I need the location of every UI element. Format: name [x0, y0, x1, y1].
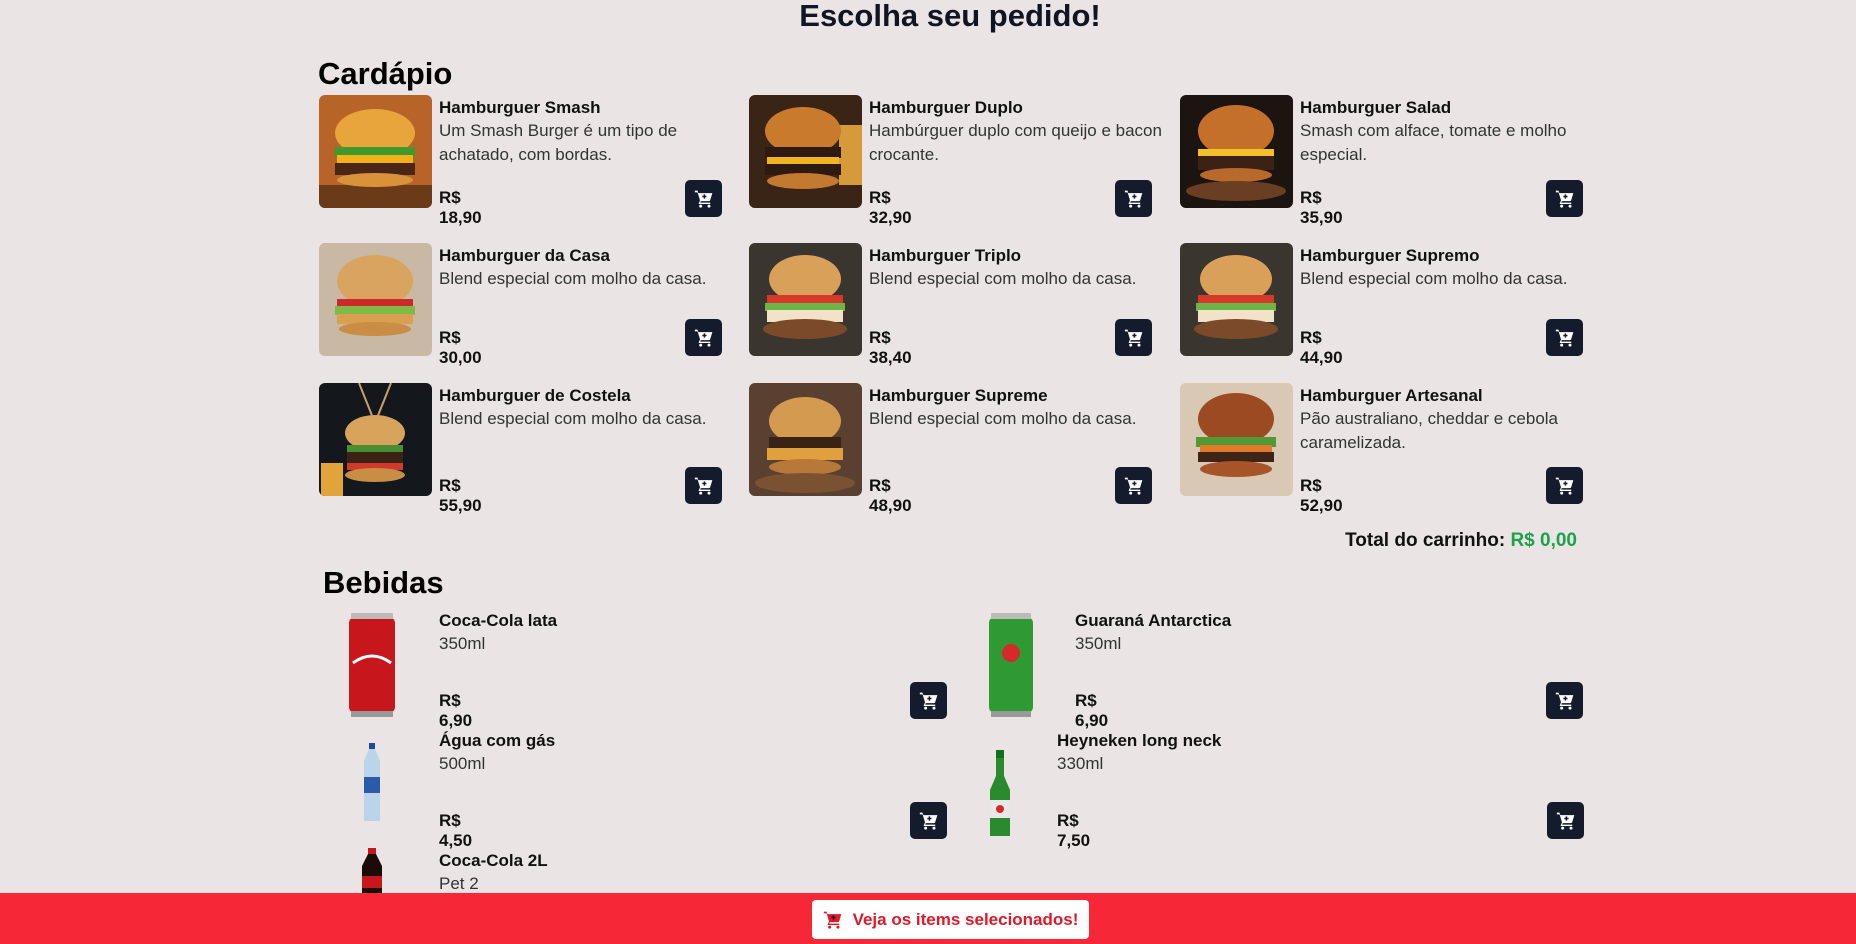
cart-icon: [1124, 189, 1144, 209]
drink-image: [357, 848, 387, 896]
add-to-cart-button[interactable]: [685, 319, 722, 356]
burger-image: [319, 95, 432, 208]
item-description: Smash com alface, tomate e molho especia…: [1300, 121, 1567, 164]
burger-image: [749, 95, 862, 208]
item-name: Hamburguer Artesanal: [1300, 386, 1483, 405]
cart-icon: [1555, 328, 1575, 348]
burger-image: [319, 243, 432, 356]
item-description: Blend especial com molho da casa.: [869, 409, 1137, 428]
burger-image: [749, 383, 862, 496]
item-name: Hamburguer da Casa: [439, 246, 610, 265]
cart-icon: [823, 910, 843, 930]
burger-image: [1180, 95, 1293, 208]
cart-icon: [1555, 189, 1575, 209]
item-description: Blend especial com molho da casa.: [869, 269, 1137, 288]
item-price: R$ 6,90: [1075, 691, 1109, 730]
cart-icon: [919, 691, 939, 711]
item-description: 330ml: [1057, 754, 1104, 773]
drink-image: [987, 750, 1013, 838]
item-name: Hamburguer Supreme: [869, 386, 1048, 405]
add-to-cart-button[interactable]: [1546, 467, 1583, 504]
cart-total: Total do carrinho: R$ 0,00: [1345, 530, 1577, 552]
cart-icon: [694, 328, 714, 348]
cart-total-value: R$ 0,00: [1510, 530, 1577, 551]
cart-icon: [1124, 476, 1144, 496]
cart-icon: [694, 476, 714, 496]
item-price: R$ 4,50: [439, 811, 473, 850]
add-to-cart-button[interactable]: [1547, 802, 1584, 839]
drinks-section-title: Bebidas: [323, 565, 444, 600]
cart-icon: [694, 189, 714, 209]
item-description: Blend especial com molho da casa.: [439, 269, 707, 288]
item-name: Água com gás: [439, 731, 556, 750]
item-name: Coca-Cola lata: [439, 611, 558, 630]
item-price: R$ 6,90: [439, 691, 473, 730]
item-name: Coca-Cola 2L: [439, 851, 548, 870]
item-description: Um Smash Burger é um tipo de achatado, c…: [439, 121, 678, 164]
view-selected-items-button[interactable]: Veja os items selecionados!: [812, 900, 1089, 939]
item-name: Hamburguer Supremo: [1300, 246, 1480, 265]
drink-image: [347, 613, 397, 718]
item-name: Hamburguer Duplo: [869, 98, 1023, 117]
item-price: R$ 48,90: [869, 476, 912, 515]
burger-image: [1180, 243, 1293, 356]
cart-icon: [1555, 691, 1575, 711]
add-to-cart-button[interactable]: [685, 467, 722, 504]
view-selected-items-label: Veja os items selecionados!: [852, 909, 1079, 929]
item-name: Hamburguer de Costela: [439, 386, 631, 405]
page-title: Escolha seu pedido!: [799, 0, 1101, 33]
item-price: R$ 38,40: [869, 328, 912, 367]
menu-section-title: Cardápio: [318, 56, 453, 91]
item-description: 350ml: [439, 634, 486, 653]
add-to-cart-button[interactable]: [910, 802, 947, 839]
item-price: R$ 55,90: [439, 476, 482, 515]
item-description: Blend especial com molho da casa.: [439, 409, 707, 428]
footer-bar: Veja os items selecionados!: [0, 893, 1856, 944]
item-name: Hamburguer Smash: [439, 98, 601, 117]
drink-image: [361, 743, 383, 823]
item-price: R$ 30,00: [439, 328, 482, 367]
add-to-cart-button[interactable]: [685, 180, 722, 217]
cart-total-label: Total do carrinho:: [1345, 530, 1506, 551]
item-price: R$ 44,90: [1300, 328, 1343, 367]
item-price: R$ 32,90: [869, 188, 912, 227]
burger-image: [749, 243, 862, 356]
cart-icon: [1555, 476, 1575, 496]
item-price: R$ 52,90: [1300, 476, 1343, 515]
item-description: Blend especial com molho da casa.: [1300, 269, 1568, 288]
burger-image: [1180, 383, 1293, 496]
item-description: 350ml: [1075, 634, 1122, 653]
item-name: Hamburguer Triplo: [869, 246, 1022, 265]
item-price: R$ 35,90: [1300, 188, 1343, 227]
item-description: 500ml: [439, 754, 486, 773]
item-name: Hamburguer Salad: [1300, 98, 1452, 117]
cart-icon: [1124, 328, 1144, 348]
drink-image: [987, 613, 1035, 718]
item-price: R$ 7,50: [1057, 811, 1091, 850]
add-to-cart-button[interactable]: [1546, 319, 1583, 356]
cart-icon: [919, 811, 939, 831]
add-to-cart-button[interactable]: [910, 682, 947, 719]
item-name: Guaraná Antarctica: [1075, 611, 1232, 630]
item-description: Hambúrguer duplo com queijo e bacon croc…: [869, 121, 1162, 164]
cart-icon: [1556, 811, 1576, 831]
item-name: Heyneken long neck: [1057, 731, 1222, 750]
burger-image: [319, 383, 432, 496]
add-to-cart-button[interactable]: [1546, 682, 1583, 719]
add-to-cart-button[interactable]: [1115, 319, 1152, 356]
item-description: Pão australiano, cheddar e cebola carame…: [1300, 409, 1559, 452]
add-to-cart-button[interactable]: [1546, 180, 1583, 217]
add-to-cart-button[interactable]: [1115, 467, 1152, 504]
add-to-cart-button[interactable]: [1115, 180, 1152, 217]
item-price: R$ 18,90: [439, 188, 482, 227]
